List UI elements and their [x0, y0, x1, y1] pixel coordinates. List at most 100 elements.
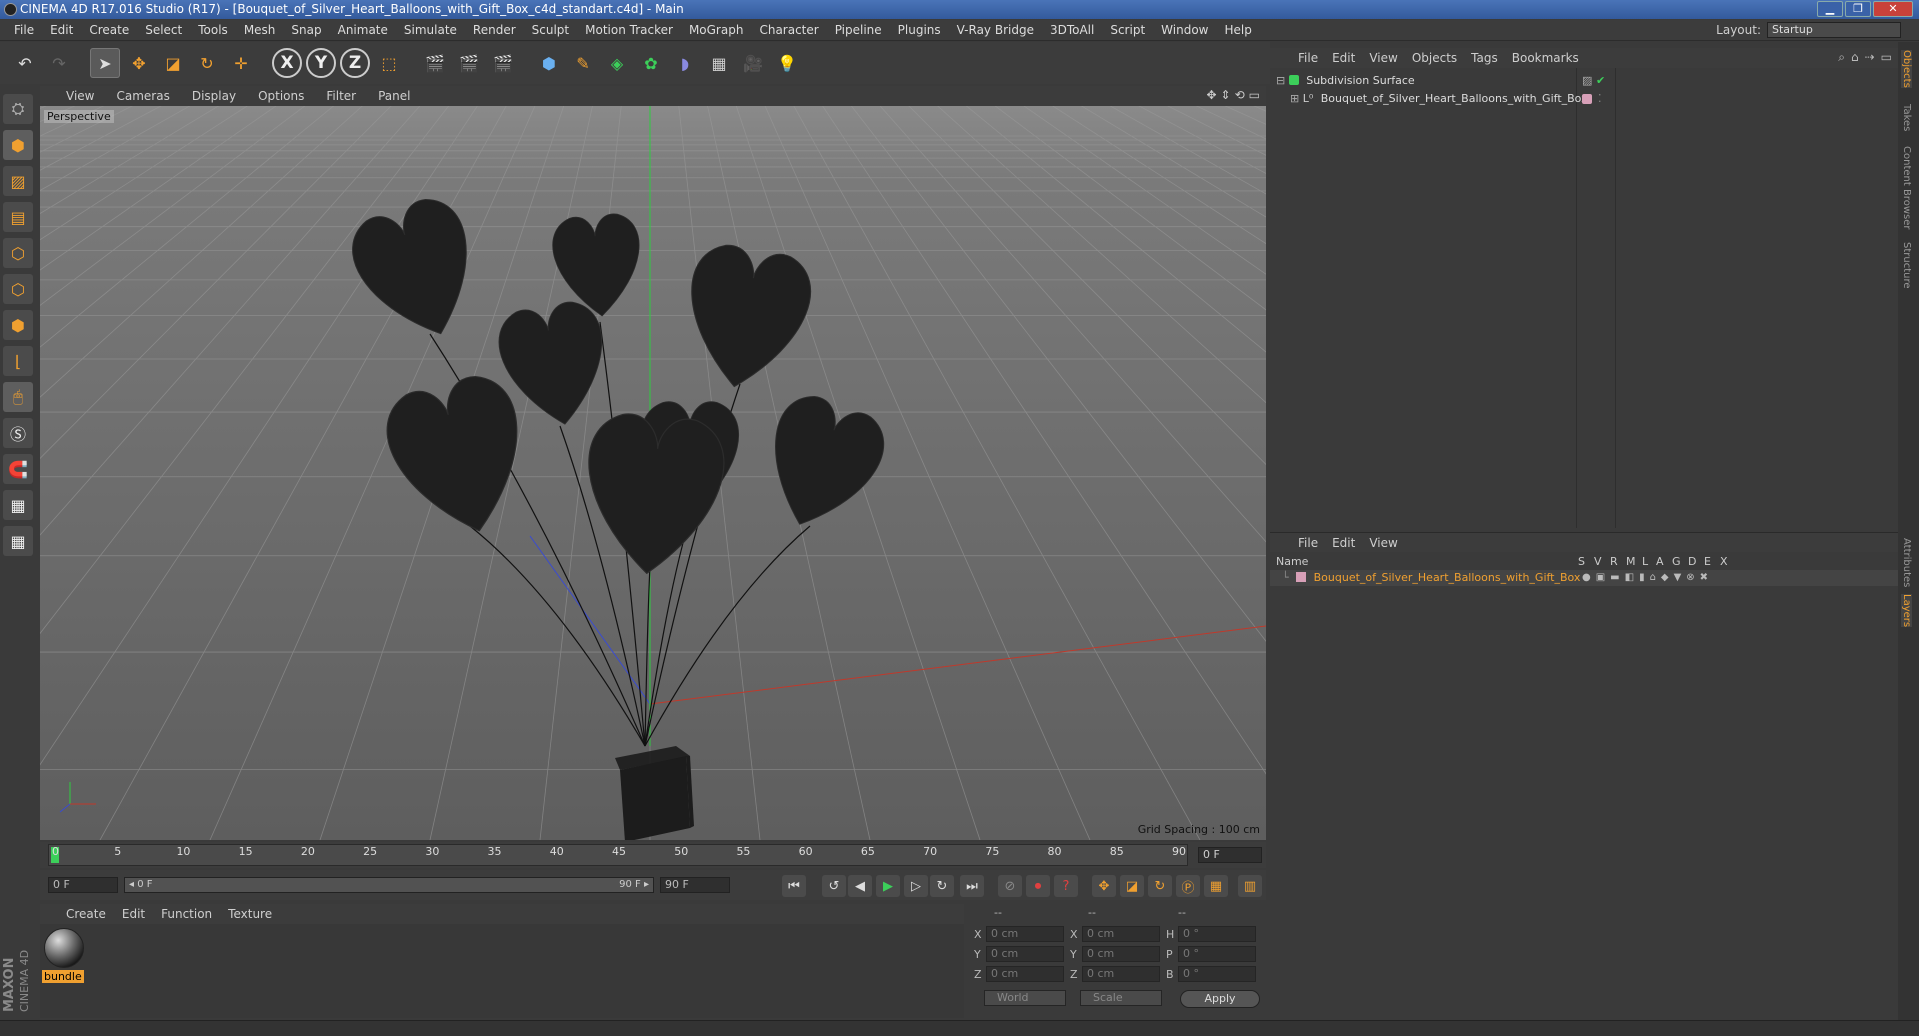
previous-frame-icon[interactable]: ◀: [848, 875, 872, 897]
camera-icon[interactable]: 🎥: [738, 48, 768, 78]
menu-help[interactable]: Help: [1216, 23, 1259, 37]
model-mode-icon[interactable]: ⬢: [3, 130, 33, 160]
autokey-icon[interactable]: ?: [1054, 875, 1078, 897]
size-x-field[interactable]: 0 cm: [1082, 926, 1160, 942]
collapse-toggle-icon[interactable]: ⊟: [1276, 74, 1285, 87]
floor-icon[interactable]: ▦: [704, 48, 734, 78]
key-rotation-icon[interactable]: ↻: [1148, 875, 1172, 897]
dolly-icon[interactable]: ⇕: [1221, 88, 1231, 102]
minimize-button[interactable]: ▁: [1817, 1, 1843, 17]
home-icon[interactable]: ⌂: [1851, 50, 1859, 65]
undo-icon[interactable]: ↶: [10, 48, 40, 78]
lock-workplane-icon[interactable]: ▦: [3, 490, 33, 520]
position-y-field[interactable]: 0 cm: [986, 946, 1064, 962]
material-menu-create[interactable]: Create: [66, 907, 106, 921]
object-row-bouquet[interactable]: ⊞ L⁰ Bouquet_of_Silver_Heart_Balloons_wi…: [1270, 90, 1898, 108]
viewport-menu-filter[interactable]: Filter: [326, 89, 356, 103]
om-menu-bookmarks[interactable]: Bookmarks: [1512, 51, 1579, 65]
render-picture-viewer-icon[interactable]: 🎬: [454, 48, 484, 78]
rotation-b-field[interactable]: 0 °: [1178, 966, 1256, 982]
start-frame-field[interactable]: 0 F: [48, 877, 118, 893]
maximize-button[interactable]: ❐: [1845, 1, 1871, 17]
go-to-start-icon[interactable]: ⏮: [782, 875, 806, 897]
deformer-icon[interactable]: ◗: [670, 48, 700, 78]
timeline-ruler[interactable]: 0 5 10 15 20 25 30 35 40 45 50 55 60 65 70 75 80 85 90: [48, 844, 1188, 866]
layer-flag-icons[interactable]: ●▣▬◧▮⌂◆▼⊗✖: [1582, 570, 1713, 586]
workplane-mode-icon[interactable]: ▤: [3, 202, 33, 232]
new-window-icon[interactable]: ▭: [1881, 50, 1892, 65]
visibility-dots-icon[interactable]: ▨: [1582, 72, 1592, 90]
enabled-check-icon[interactable]: ✔: [1596, 72, 1605, 90]
texture-mode-icon[interactable]: ▨: [3, 166, 33, 196]
coordinate-system-icon[interactable]: ⬚: [374, 48, 404, 78]
menu-motion-tracker[interactable]: Motion Tracker: [577, 23, 681, 37]
axis-mode-icon[interactable]: ⌊: [3, 346, 33, 376]
layer-name[interactable]: Bouquet_of_Silver_Heart_Balloons_with_Gi…: [1314, 571, 1581, 584]
solo-icon[interactable]: Ⓢ: [3, 418, 33, 448]
move-tool-icon[interactable]: ✥: [124, 48, 154, 78]
lm-menu-file[interactable]: File: [1298, 536, 1318, 550]
orbit-icon[interactable]: ⟲: [1235, 88, 1245, 102]
scale-tool-icon[interactable]: ◪: [158, 48, 188, 78]
render-view-icon[interactable]: 🎬: [420, 48, 450, 78]
tab-structure[interactable]: Structure: [1901, 242, 1912, 289]
tab-attributes[interactable]: Attributes: [1901, 538, 1912, 587]
x-axis-lock-icon[interactable]: X: [272, 48, 302, 78]
timeline-current-frame[interactable]: 0 F: [1198, 847, 1262, 863]
cloner-icon[interactable]: ✿: [636, 48, 666, 78]
om-menu-view[interactable]: View: [1369, 51, 1397, 65]
visibility-dots-icon[interactable]: ⁚: [1598, 90, 1602, 108]
lm-menu-view[interactable]: View: [1369, 536, 1397, 550]
tweak-mode-icon[interactable]: 🖱: [3, 382, 33, 412]
coordinate-space-dropdown[interactable]: World: [984, 990, 1066, 1006]
key-pla-icon[interactable]: ▦: [1204, 875, 1228, 897]
size-y-field[interactable]: 0 cm: [1082, 946, 1160, 962]
light-icon[interactable]: 💡: [772, 48, 802, 78]
menu-render[interactable]: Render: [465, 23, 524, 37]
tab-objects[interactable]: Objects: [1901, 50, 1912, 88]
position-x-field[interactable]: 0 cm: [986, 926, 1064, 942]
menu-create[interactable]: Create: [81, 23, 137, 37]
snap-icon[interactable]: 🧲: [3, 454, 33, 484]
material-menu-function[interactable]: Function: [161, 907, 212, 921]
viewport-menu-display[interactable]: Display: [192, 89, 236, 103]
om-menu-file[interactable]: File: [1298, 51, 1318, 65]
menu-plugins[interactable]: Plugins: [890, 23, 949, 37]
viewport-menu-cameras[interactable]: Cameras: [116, 89, 169, 103]
preview-range-slider[interactable]: ◂ 0 F 90 F ▸: [124, 877, 654, 893]
cube-primitive-icon[interactable]: ⬢: [534, 48, 564, 78]
polygons-mode-icon[interactable]: ⬢: [3, 310, 33, 340]
menu-3dtoall[interactable]: 3DToAll: [1042, 23, 1102, 37]
om-menu-objects[interactable]: Objects: [1412, 51, 1457, 65]
subdivision-surface-icon[interactable]: ◈: [602, 48, 632, 78]
next-key-icon[interactable]: ↻: [930, 875, 954, 897]
end-frame-field[interactable]: 90 F: [660, 877, 730, 893]
tab-takes[interactable]: Takes: [1901, 104, 1912, 131]
size-z-field[interactable]: 0 cm: [1082, 966, 1160, 982]
tab-content-browser[interactable]: Content Browser: [1901, 146, 1912, 229]
edit-render-settings-icon[interactable]: 🎬: [488, 48, 518, 78]
menu-character[interactable]: Character: [751, 23, 826, 37]
pen-spline-icon[interactable]: ✎: [568, 48, 598, 78]
size-mode-dropdown[interactable]: Scale: [1080, 990, 1162, 1006]
material-name-label[interactable]: bundle: [42, 970, 84, 983]
menu-tools[interactable]: Tools: [190, 23, 236, 37]
rotation-h-field[interactable]: 0 °: [1178, 926, 1256, 942]
go-to-end-icon[interactable]: ⏭: [960, 875, 984, 897]
redo-icon[interactable]: ↷: [44, 48, 74, 78]
object-row-subdivision-surface[interactable]: ⊟ Subdivision Surface ▨ ✔: [1270, 72, 1898, 90]
rotation-p-field[interactable]: 0 °: [1178, 946, 1256, 962]
planar-workplane-icon[interactable]: ▦: [3, 526, 33, 556]
next-frame-icon[interactable]: ▷: [904, 875, 928, 897]
om-menu-edit[interactable]: Edit: [1332, 51, 1355, 65]
key-position-icon[interactable]: ✥: [1092, 875, 1116, 897]
menu-window[interactable]: Window: [1153, 23, 1216, 37]
layout-select[interactable]: Startup: [1767, 22, 1901, 38]
record-icon[interactable]: ⏺: [1026, 875, 1050, 897]
layer-color-icon[interactable]: [1582, 94, 1592, 104]
edges-mode-icon[interactable]: ⬡: [3, 274, 33, 304]
material-menu-texture[interactable]: Texture: [228, 907, 272, 921]
z-axis-lock-icon[interactable]: Z: [340, 48, 370, 78]
menu-select[interactable]: Select: [137, 23, 190, 37]
menu-animate[interactable]: Animate: [330, 23, 396, 37]
